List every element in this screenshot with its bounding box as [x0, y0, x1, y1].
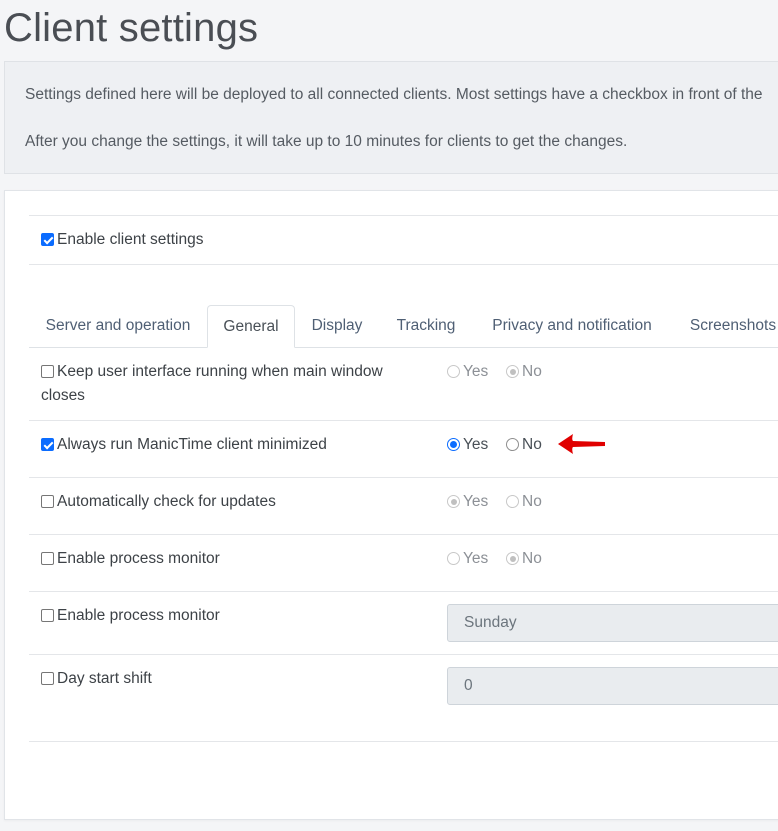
always-minimized-no-label: No [522, 436, 542, 453]
process-monitor-label: Enable process monitor [57, 550, 220, 567]
page-title: Client settings [4, 6, 259, 50]
tab-tracking[interactable]: Tracking [383, 305, 469, 347]
tab-server-and-operation[interactable]: Server and operation [29, 305, 207, 347]
check-updates-no-radio[interactable] [506, 495, 519, 508]
process-monitor-no-label: No [522, 550, 542, 567]
process-monitor-checkbox[interactable] [41, 552, 54, 565]
day-start-shift-field[interactable]: 0 [447, 667, 778, 705]
check-updates-no-label: No [522, 493, 542, 510]
process-monitor-no-radio[interactable] [506, 552, 519, 565]
always-minimized-no-radio[interactable] [506, 438, 519, 451]
divider [29, 591, 778, 592]
process-monitor-2-checkbox[interactable] [41, 609, 54, 622]
divider [29, 741, 778, 742]
keep-ui-no-label: No [522, 363, 542, 380]
tab-privacy-and-notification[interactable]: Privacy and notification [477, 305, 667, 347]
keep-ui-no-radio[interactable] [506, 365, 519, 378]
keep-ui-running-label: Keep user interface running when main wi… [57, 363, 383, 380]
divider [29, 264, 778, 265]
check-updates-yes-label: Yes [463, 493, 489, 510]
info-text-line-1: Settings defined here will be deployed t… [25, 86, 763, 103]
keep-ui-yes-label: Yes [463, 363, 489, 380]
check-updates-checkbox[interactable] [41, 495, 54, 508]
info-text-line-2: After you change the settings, it will t… [25, 133, 628, 150]
enable-client-settings-label: Enable client settings [57, 231, 204, 248]
keep-ui-running-checkbox[interactable] [41, 365, 54, 378]
settings-card: Enable client settings Server and operat… [4, 190, 778, 820]
divider [29, 534, 778, 535]
keep-ui-yes-radio[interactable] [447, 365, 460, 378]
divider [29, 420, 778, 421]
day-start-shift-checkbox[interactable] [41, 672, 54, 685]
divider [29, 215, 778, 216]
red-arrow-icon [558, 434, 605, 454]
always-minimized-checkbox[interactable] [41, 438, 54, 451]
process-monitor-yes-radio[interactable] [447, 552, 460, 565]
tabs-baseline [29, 347, 778, 348]
enable-client-settings-checkbox[interactable] [41, 233, 54, 246]
divider [29, 477, 778, 478]
check-updates-yes-radio[interactable] [447, 495, 460, 508]
process-monitor-2-label: Enable process monitor [57, 607, 220, 624]
tab-display[interactable]: Display [297, 305, 377, 347]
keep-ui-running-label-cont: closes [41, 387, 85, 404]
info-box: Settings defined here will be deployed t… [4, 61, 778, 174]
tab-screenshots[interactable]: Screenshots [675, 305, 778, 347]
always-minimized-yes-radio[interactable] [447, 438, 460, 451]
tab-general[interactable]: General [207, 305, 295, 348]
always-minimized-label: Always run ManicTime client minimized [57, 436, 327, 453]
always-minimized-yes-label: Yes [463, 436, 489, 453]
week-start-field[interactable]: Sunday [447, 604, 778, 642]
divider [29, 654, 778, 655]
check-updates-label: Automatically check for updates [57, 493, 276, 510]
process-monitor-yes-label: Yes [463, 550, 489, 567]
day-start-shift-label: Day start shift [57, 670, 152, 687]
